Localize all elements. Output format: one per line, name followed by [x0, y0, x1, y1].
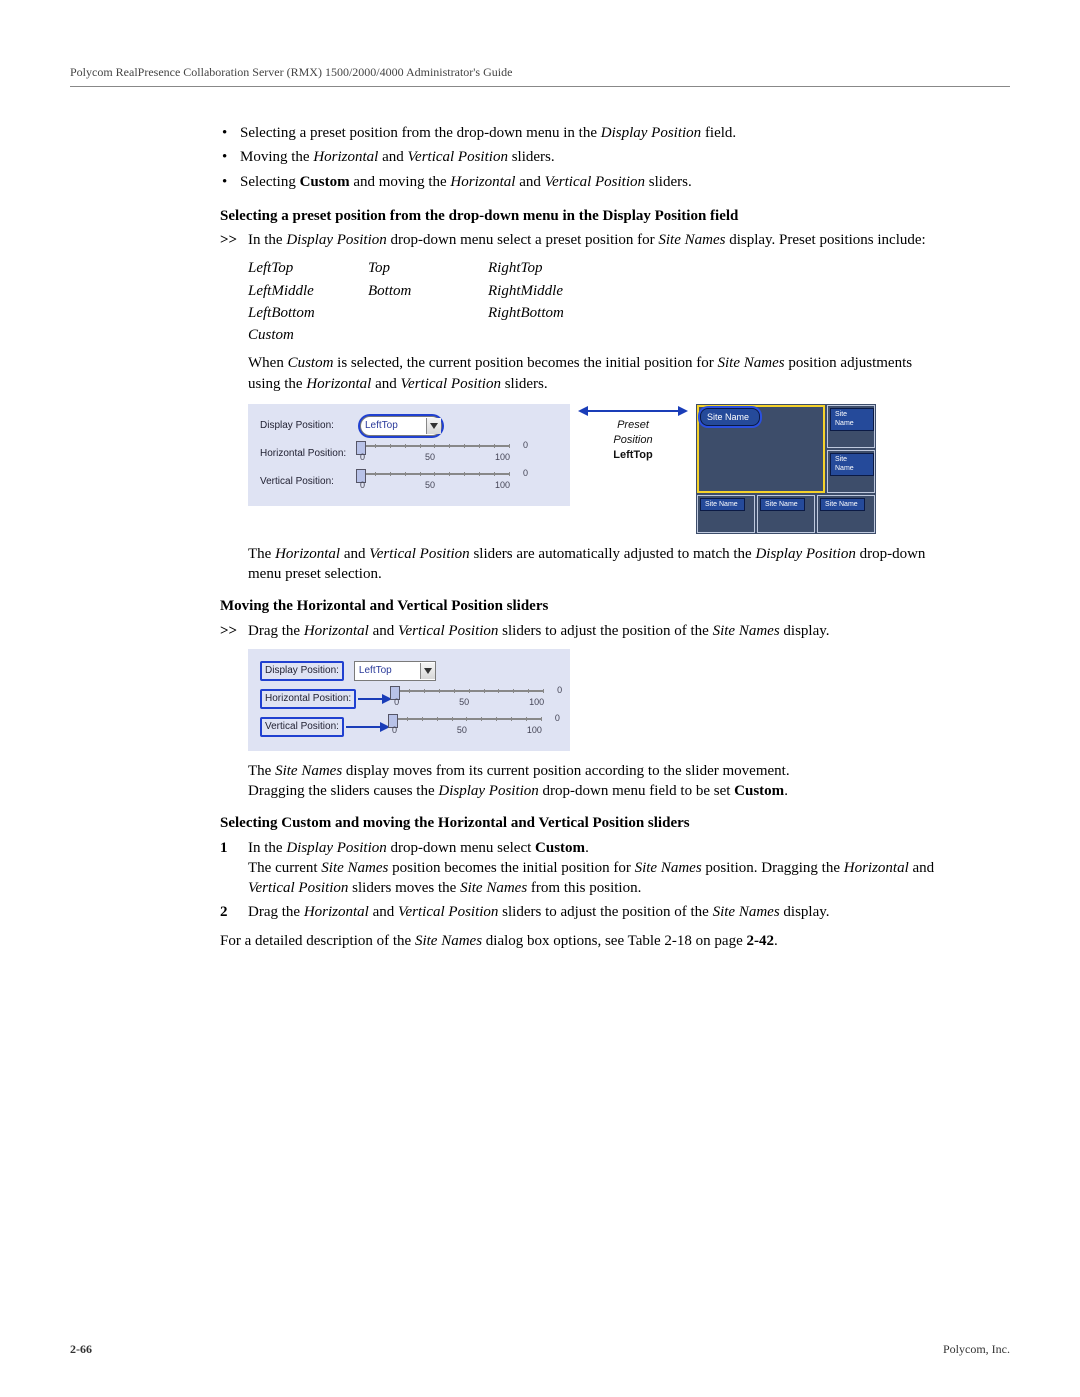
arrow-right-icon: [358, 693, 392, 705]
vertical-position-label: Vertical Position:: [260, 717, 344, 737]
site-name-tag: Site Name: [700, 408, 760, 426]
intro-bullet: Moving the Horizontal and Vertical Posit…: [220, 147, 940, 167]
chevron-down-icon[interactable]: [420, 663, 435, 679]
video-layout-preview: Site Name Site Name Site Name Site Name …: [696, 404, 876, 534]
step1-text: In the Display Position drop-down menu s…: [248, 838, 940, 858]
step-marker: >>: [220, 621, 248, 802]
arrow-icon: [578, 404, 688, 418]
display-position-dropdown[interactable]: LeftTop: [354, 661, 436, 681]
section-title-2: Moving the Horizontal and Vertical Posit…: [220, 596, 940, 616]
section-title-1: Selecting a preset position from the dro…: [220, 206, 940, 226]
doc-header: Polycom RealPresence Collaboration Serve…: [70, 64, 1010, 80]
section2-para2: The Site Names display moves from its cu…: [248, 761, 940, 781]
section2-lead: Drag the Horizontal and Vertical Positio…: [248, 621, 940, 641]
layout-cell: Site Name: [697, 495, 755, 533]
arrow-right-icon: [346, 721, 390, 733]
section2-para3: Dragging the sliders causes the Display …: [248, 781, 940, 801]
position-panel-2: Display Position: LeftTop Horizontal Pos…: [248, 649, 570, 751]
step2-text: Drag the Horizontal and Vertical Positio…: [248, 902, 940, 922]
vertical-position-slider[interactable]: 050100 0: [360, 469, 510, 495]
intro-bullet: Selecting Custom and moving the Horizont…: [220, 172, 940, 192]
display-position-label: Display Position:: [260, 661, 344, 681]
company-name: Polycom, Inc.: [943, 1341, 1010, 1357]
section-title-3: Selecting Custom and moving the Horizont…: [220, 813, 940, 833]
horizontal-position-slider[interactable]: 050100 0: [360, 441, 510, 467]
layout-cell: Site Name: [827, 405, 875, 448]
page-number: 2-66: [70, 1341, 92, 1357]
page-footer: 2-66 Polycom, Inc.: [70, 1341, 1010, 1357]
step-number: 1: [220, 838, 248, 899]
step-marker: >>: [220, 230, 248, 250]
layout-cell: Site Name: [827, 450, 875, 493]
vertical-position-label: Vertical Position:: [260, 475, 360, 489]
horizontal-position-label: Horizontal Position:: [260, 447, 360, 461]
section1-para2: When Custom is selected, the current pos…: [248, 353, 940, 394]
layout-cell: Site Name: [757, 495, 815, 533]
horizontal-position-label: Horizontal Position:: [260, 689, 356, 709]
preset-table: LeftTopLeftMiddleLeftBottomCustom TopBot…: [248, 258, 940, 347]
vertical-position-slider[interactable]: 050100 0: [392, 714, 542, 740]
section1-para3: The Horizontal and Vertical Position sli…: [248, 544, 940, 585]
intro-bullet-list: Selecting a preset position from the dro…: [220, 123, 940, 192]
final-cross-ref: For a detailed description of the Site N…: [220, 931, 940, 951]
figure-preset-selection: Display Position: LeftTop Horizontal Pos…: [248, 404, 940, 534]
intro-bullet: Selecting a preset position from the dro…: [220, 123, 940, 143]
header-rule: [70, 86, 1010, 87]
layout-cell: Site Name: [817, 495, 875, 533]
horizontal-position-slider[interactable]: 050100 0: [394, 686, 544, 712]
display-position-label: Display Position:: [260, 419, 360, 433]
position-panel: Display Position: LeftTop Horizontal Pos…: [248, 404, 570, 506]
layout-cell-main: Site Name: [697, 405, 825, 493]
step1-para2: The current Site Names position becomes …: [248, 858, 940, 899]
chevron-down-icon[interactable]: [426, 418, 441, 434]
figure-annotation: Preset Position LeftTop: [578, 404, 688, 463]
display-position-dropdown[interactable]: LeftTop: [360, 416, 442, 436]
display-position-value: LeftTop: [361, 419, 426, 433]
page-link[interactable]: 2-42: [747, 933, 775, 949]
section1-lead: In the Display Position drop-down menu s…: [248, 230, 940, 250]
step-number: 2: [220, 902, 248, 922]
